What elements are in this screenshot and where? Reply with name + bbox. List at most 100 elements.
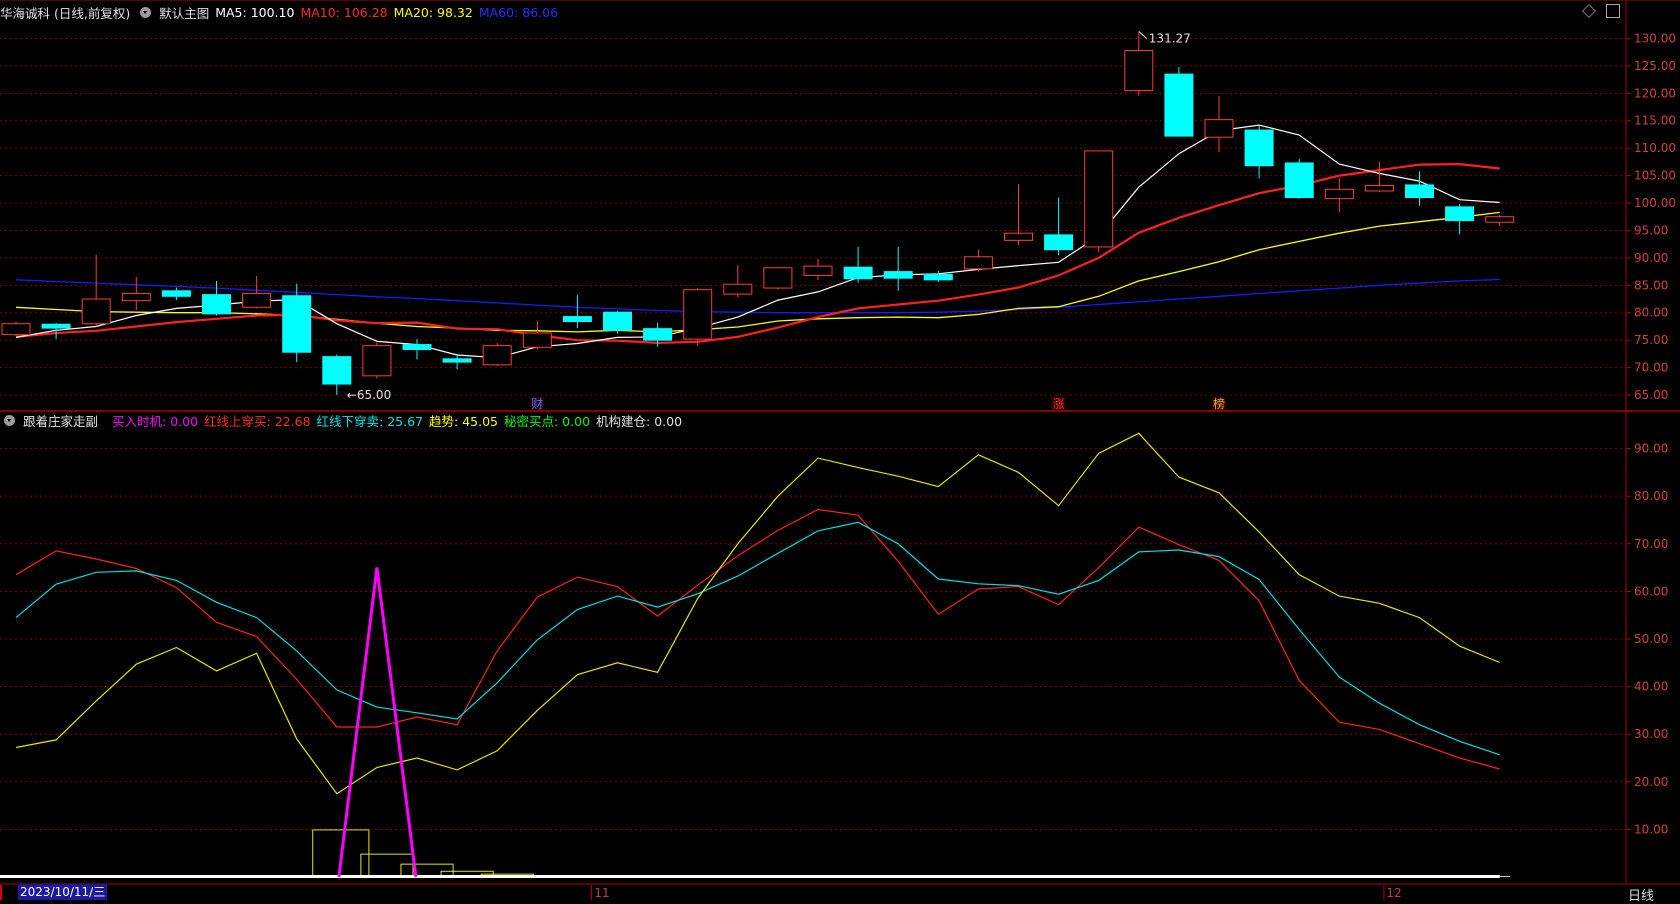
candle bbox=[603, 311, 632, 334]
candle-body bbox=[963, 256, 993, 270]
candle-body bbox=[161, 290, 191, 297]
candle-body bbox=[522, 332, 552, 348]
main-y-tick-label: 100.00 bbox=[1634, 196, 1676, 210]
low-price-label: ←65.00 bbox=[347, 388, 391, 402]
candle-body bbox=[883, 271, 913, 279]
candle-body bbox=[1405, 184, 1434, 199]
ma60-readout: MA60: 86.06 bbox=[478, 4, 559, 20]
main-y-tick-label: 105.00 bbox=[1634, 169, 1676, 183]
sub-y-tick-label: 50.00 bbox=[1634, 632, 1668, 646]
candle-body bbox=[1004, 232, 1033, 241]
main-y-tick-label: 95.00 bbox=[1634, 223, 1668, 237]
red-down-readout: 红线下穿卖: 25.67 bbox=[316, 413, 424, 429]
main-y-tick-label: 80.00 bbox=[1634, 306, 1668, 320]
sub-y-tick-label: 80.00 bbox=[1634, 489, 1668, 503]
candle-body bbox=[402, 344, 432, 350]
event-marker: 涨 bbox=[1053, 396, 1065, 411]
sub-y-tick-label: 30.00 bbox=[1634, 727, 1668, 741]
trend-readout: 趋势: 45.05 bbox=[429, 413, 498, 429]
period-label[interactable]: 日线 bbox=[1628, 885, 1654, 904]
buy-timing-readout: 买入时机: 0.00 bbox=[112, 413, 199, 429]
main-y-tick-label: 90.00 bbox=[1634, 251, 1668, 265]
candle-body bbox=[803, 265, 833, 276]
background bbox=[0, 0, 1680, 900]
candle-body bbox=[603, 311, 632, 331]
main-y-tick-label: 130.00 bbox=[1634, 31, 1676, 45]
main-y-tick-label: 125.00 bbox=[1634, 59, 1676, 73]
candle bbox=[1284, 159, 1314, 199]
candle-body bbox=[81, 298, 111, 325]
stock-title[interactable]: 华海诚科 (日线,前复权) bbox=[0, 3, 130, 22]
main-y-tick-label: 120.00 bbox=[1634, 86, 1676, 100]
candle-body bbox=[282, 295, 312, 353]
sub-y-tick-label: 70.00 bbox=[1634, 537, 1668, 551]
chart-canvas[interactable]: 130.00 125.00 120.00 115.00 110.00 105.00 100.… bbox=[0, 0, 1680, 900]
candle-body bbox=[843, 266, 873, 280]
candle-body bbox=[202, 294, 231, 315]
main-y-tick-label: 85.00 bbox=[1634, 278, 1668, 292]
inst-build-readout: 机构建仓: 0.00 bbox=[596, 413, 683, 429]
sub-y-tick-label: 20.00 bbox=[1634, 775, 1668, 789]
candle-body bbox=[1284, 162, 1314, 199]
candle-body bbox=[1084, 150, 1114, 248]
ma20-readout: MA20: 98.32 bbox=[393, 4, 473, 20]
candle-body bbox=[923, 273, 953, 281]
high-price-label: 131.27 bbox=[1149, 31, 1191, 45]
candle bbox=[362, 342, 392, 379]
gear-icon[interactable] bbox=[4, 414, 15, 426]
candle bbox=[1084, 150, 1114, 253]
chart-tools bbox=[1582, 4, 1620, 18]
sub-indicator-name[interactable]: 跟着庄家走副 bbox=[23, 411, 98, 430]
diamond-icon[interactable] bbox=[1582, 4, 1596, 18]
secret-buy-readout: 秘密买点: 0.00 bbox=[504, 413, 591, 429]
ma5-readout: MA5: 100.10 bbox=[215, 4, 295, 20]
candle-body bbox=[683, 289, 713, 340]
candle bbox=[1164, 66, 1194, 137]
candle-body bbox=[1204, 119, 1234, 138]
candle-body bbox=[1445, 206, 1475, 222]
main-y-tick-label: 115.00 bbox=[1634, 114, 1676, 128]
event-marker: 榜 bbox=[1213, 396, 1225, 411]
candle-body bbox=[1485, 216, 1515, 223]
main-indicator-name[interactable]: 默认主图 bbox=[159, 3, 209, 22]
candle bbox=[1, 321, 31, 336]
gear-icon[interactable] bbox=[140, 6, 152, 18]
candle bbox=[282, 283, 312, 363]
candle-body bbox=[1364, 184, 1394, 192]
candle-body bbox=[763, 267, 793, 289]
candle-body bbox=[41, 323, 71, 329]
ma10-readout: MA10: 106.28 bbox=[300, 4, 388, 20]
main-chart-header: 华海诚科 (日线,前复权) 默认主图 MA5: 100.10 MA10: 106… bbox=[0, 2, 558, 22]
sub-y-tick-label: 60.00 bbox=[1634, 584, 1668, 598]
crosshair-date-label: 2023/10/11/三 bbox=[18, 884, 108, 900]
candle-body bbox=[723, 283, 753, 295]
sub-y-tick-label: 90.00 bbox=[1634, 442, 1668, 456]
sub-chart-header: 跟着庄家走副 买入时机: 0.00 红线上穿买: 22.68 红线下穿卖: 25… bbox=[0, 410, 682, 430]
candle-body bbox=[482, 345, 512, 366]
sub-y-tick-label: 10.00 bbox=[1634, 822, 1668, 836]
candle bbox=[763, 267, 793, 290]
main-y-tick-label: 110.00 bbox=[1634, 141, 1676, 155]
candle-body bbox=[562, 316, 592, 323]
candle bbox=[683, 288, 713, 346]
candle-body bbox=[362, 345, 392, 377]
candle-body bbox=[1044, 234, 1074, 251]
candle-body bbox=[442, 358, 472, 363]
main-y-tick-label: 65.00 bbox=[1634, 388, 1668, 402]
candle-body bbox=[1124, 50, 1154, 92]
candle-body bbox=[1, 323, 31, 336]
month-label-12: 12 bbox=[1386, 886, 1401, 900]
square-icon[interactable] bbox=[1606, 4, 1620, 18]
candle-body bbox=[121, 293, 151, 302]
event-marker: 财 bbox=[531, 397, 543, 411]
candle-body bbox=[643, 328, 673, 341]
red-up-readout: 红线上穿买: 22.68 bbox=[204, 413, 311, 429]
candle-body bbox=[322, 356, 352, 385]
candle-body bbox=[1164, 73, 1194, 137]
candle bbox=[482, 342, 512, 366]
candle-body bbox=[1324, 188, 1354, 200]
main-y-tick-label: 75.00 bbox=[1634, 333, 1668, 347]
footer-left-marker bbox=[0, 885, 2, 900]
footer-bg bbox=[0, 885, 1680, 900]
sub-y-tick-label: 40.00 bbox=[1634, 680, 1668, 694]
